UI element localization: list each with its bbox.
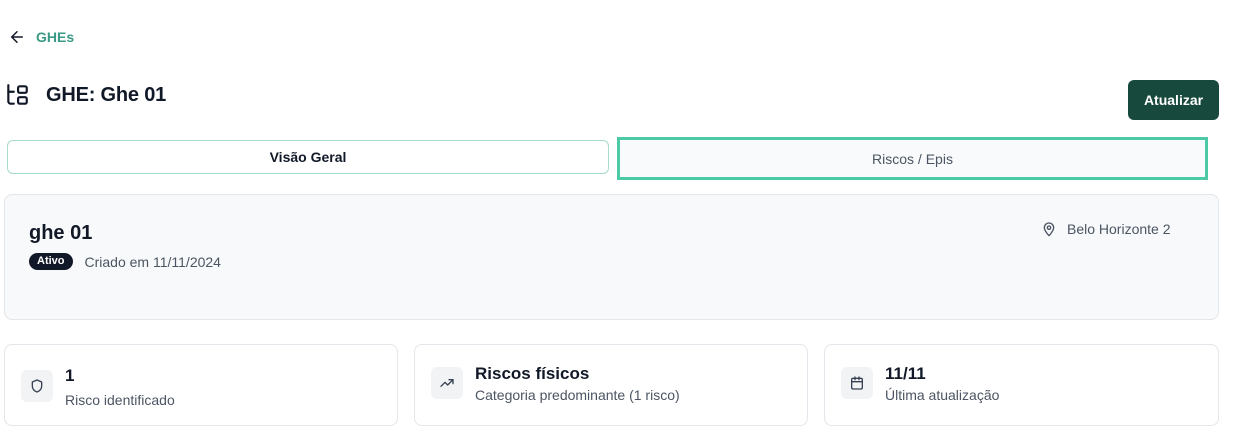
ghe-info-card: ghe 01 Ativo Criado em 11/11/2024 Belo H… [4, 194, 1219, 320]
shield-icon [31, 379, 43, 393]
location-label: Belo Horizonte 2 [1067, 221, 1171, 237]
stat-icon-box [431, 367, 463, 399]
stat-label: Risco identificado [65, 392, 175, 408]
calendar-icon [851, 376, 863, 390]
page-header: GHE: Ghe 01 [4, 82, 166, 108]
page-title: GHE: Ghe 01 [46, 83, 167, 106]
stat-icon-box [21, 370, 53, 402]
hierarchy-icon [7, 84, 28, 105]
stat-icon-box [841, 367, 873, 399]
created-date: Criado em 11/11/2024 [84, 253, 221, 270]
stat-card-risks: 1 Risco identificado [4, 344, 398, 426]
tab-risks-epis[interactable]: Riscos / Epis [617, 137, 1208, 180]
ghe-meta: Ativo Criado em 11/11/2024 [29, 253, 221, 270]
map-pin-icon [1043, 222, 1055, 237]
ghe-name: ghe 01 [29, 222, 93, 244]
stat-card-category: Riscos físicos Categoria predominante (1… [414, 344, 808, 426]
location: Belo Horizonte 2 [1041, 221, 1171, 237]
stat-card-updated: 11/11 Última atualização [824, 344, 1219, 426]
tab-overview[interactable]: Visão Geral [7, 140, 609, 174]
back-link-label: GHEs [36, 29, 75, 45]
update-button[interactable]: Atualizar [1128, 80, 1219, 120]
stat-value: 1 [65, 366, 75, 385]
stat-label: Última atualização [885, 387, 1000, 403]
stat-label: Categoria predominante (1 risco) [475, 387, 680, 403]
stat-value: Riscos físicos [475, 364, 590, 383]
stat-value: 11/11 [885, 364, 926, 383]
status-badge: Ativo [29, 253, 73, 270]
arrow-left-icon [11, 31, 23, 43]
back-link[interactable]: GHEs [8, 28, 74, 46]
trending-up-icon [440, 379, 454, 387]
